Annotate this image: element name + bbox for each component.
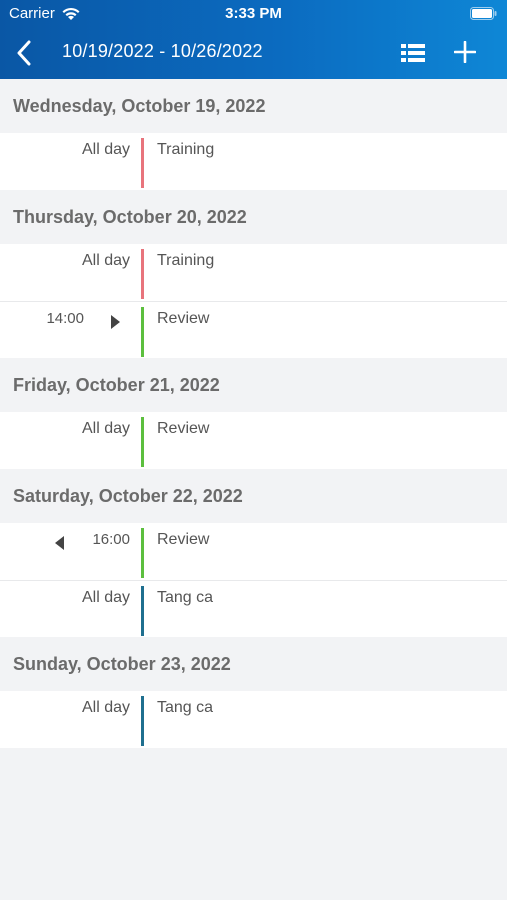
- event-title: Tang ca: [157, 589, 214, 606]
- event-color-bar: [141, 586, 144, 636]
- day-header: Saturday, October 22, 2022: [0, 469, 507, 523]
- continues-right-icon: [111, 315, 120, 329]
- list-view-button[interactable]: [399, 40, 427, 66]
- event-row[interactable]: All day Training: [0, 244, 507, 301]
- day-group: Saturday, October 22, 2022 16:00 Review …: [0, 469, 507, 637]
- date-range-title: 10/19/2022 - 10/26/2022: [62, 41, 263, 61]
- event-time: All day: [81, 699, 130, 716]
- continues-left-icon: [55, 536, 64, 550]
- status-bar: Carrier 3:33 PM: [0, 0, 507, 28]
- event-time: All day: [81, 589, 130, 606]
- day-header: Thursday, October 20, 2022: [0, 190, 507, 244]
- event-color-bar: [141, 528, 144, 578]
- event-row[interactable]: 14:00 Review: [0, 301, 507, 358]
- chevron-left-icon: [17, 40, 31, 66]
- event-row[interactable]: All day Tang ca: [0, 691, 507, 748]
- event-color-bar: [141, 417, 144, 467]
- plus-icon: [454, 41, 476, 63]
- day-header: Wednesday, October 19, 2022: [0, 79, 507, 133]
- event-title: Training: [157, 141, 215, 158]
- event-title: Training: [157, 252, 215, 269]
- back-button[interactable]: [10, 38, 38, 68]
- event-color-bar: [141, 696, 144, 746]
- day-group: Friday, October 21, 2022 All day Review: [0, 358, 507, 469]
- app-header: Carrier 3:33 PM 10/19/2022 - 10/26/2022: [0, 0, 507, 79]
- day-group: Sunday, October 23, 2022 All day Tang ca: [0, 637, 507, 748]
- event-color-bar: [141, 307, 144, 357]
- event-time: All day: [81, 252, 130, 269]
- day-group: Thursday, October 20, 2022 All day Train…: [0, 190, 507, 358]
- day-header: Sunday, October 23, 2022: [0, 637, 507, 691]
- event-time: All day: [81, 420, 130, 437]
- battery-icon: [470, 7, 497, 20]
- agenda-list: Wednesday, October 19, 2022 All day Trai…: [0, 79, 507, 748]
- event-row[interactable]: 16:00 Review: [0, 523, 507, 580]
- event-color-bar: [141, 249, 144, 299]
- add-event-button[interactable]: [451, 38, 479, 66]
- day-header: Friday, October 21, 2022: [0, 358, 507, 412]
- event-color-bar: [141, 138, 144, 188]
- event-row[interactable]: All day Training: [0, 133, 507, 190]
- event-row[interactable]: All day Review: [0, 412, 507, 469]
- event-time: 14:00: [46, 310, 84, 327]
- event-title: Tang ca: [157, 699, 214, 716]
- list-icon: [401, 44, 425, 62]
- day-group: Wednesday, October 19, 2022 All day Trai…: [0, 79, 507, 190]
- event-title: Review: [157, 420, 210, 437]
- event-title: Review: [157, 310, 210, 327]
- event-title: Review: [157, 531, 210, 548]
- navigation-bar: 10/19/2022 - 10/26/2022: [0, 28, 507, 79]
- event-time: 16:00: [92, 531, 130, 548]
- event-time: All day: [81, 141, 130, 158]
- event-row[interactable]: All day Tang ca: [0, 580, 507, 637]
- status-time: 3:33 PM: [225, 5, 282, 22]
